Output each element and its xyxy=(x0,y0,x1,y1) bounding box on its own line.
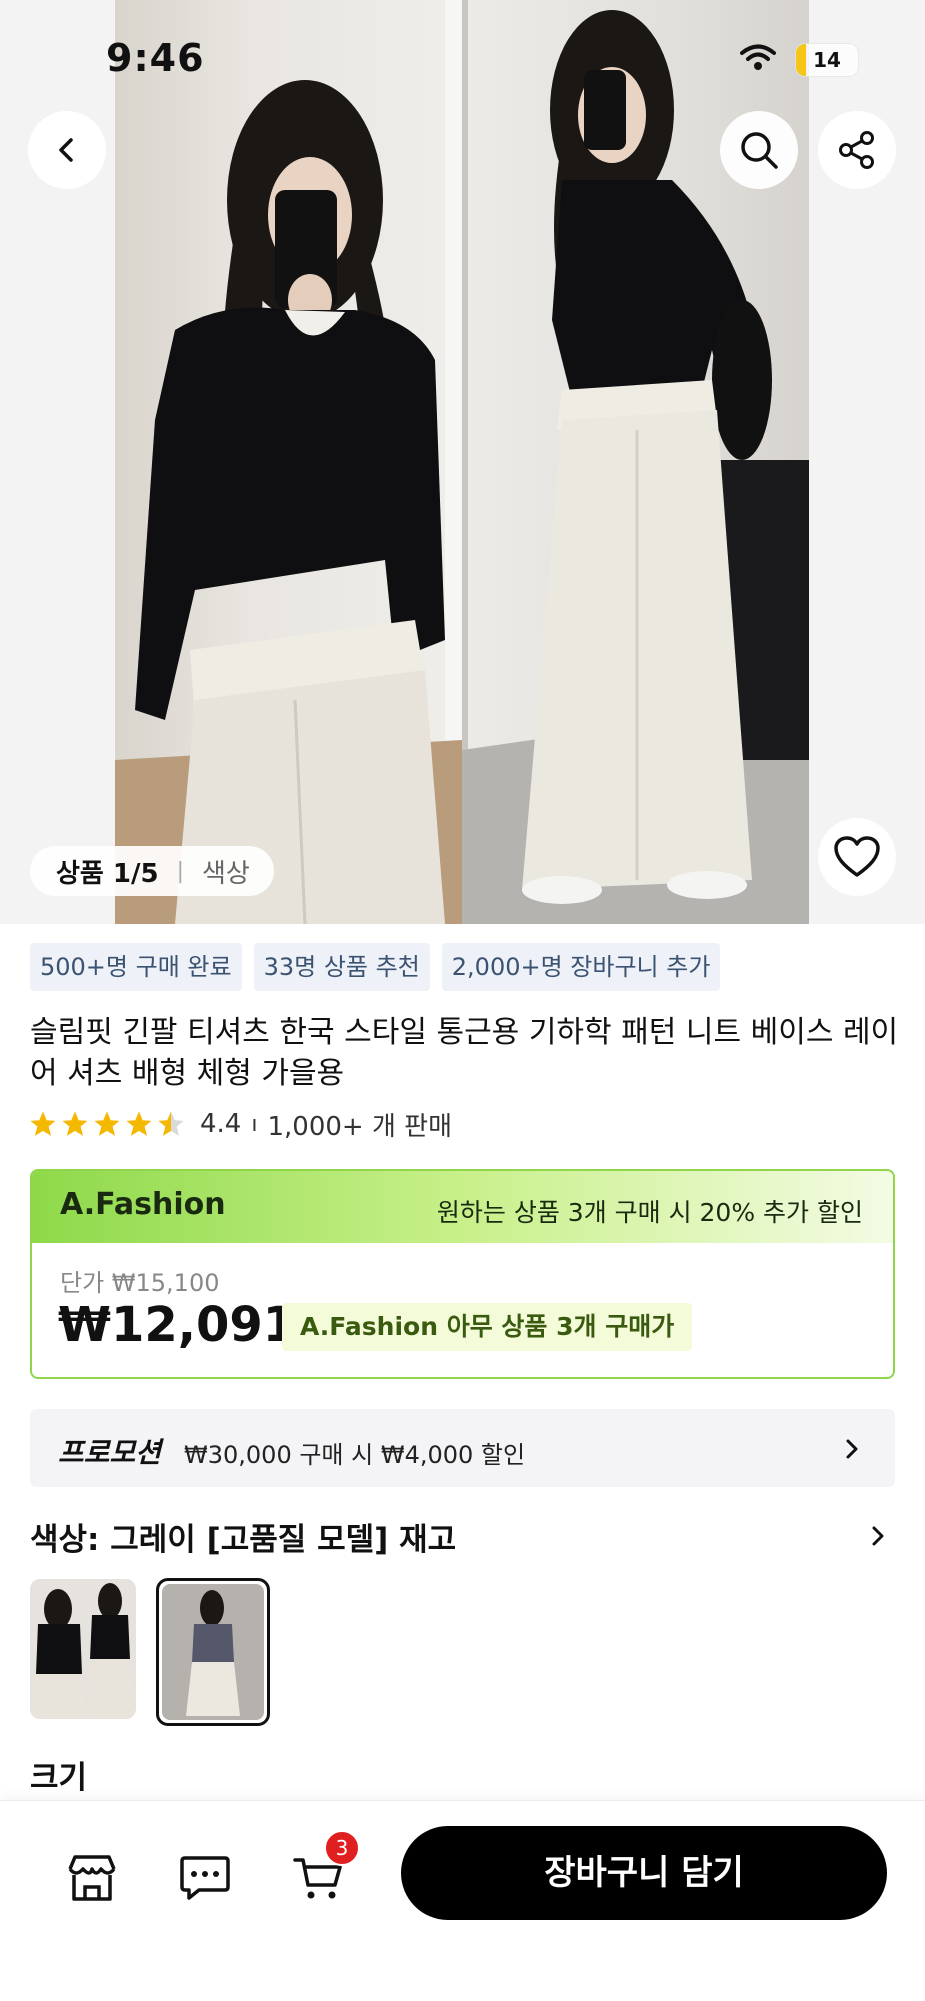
rating-row[interactable]: 4.4 ı 1,000+ 개 판매 xyxy=(28,1106,452,1142)
back-button[interactable] xyxy=(28,111,106,189)
swatch-image xyxy=(162,1584,264,1720)
store-promo: 원하는 상품 3개 구매 시 20% 추가 할인 xyxy=(436,1198,863,1227)
star-icon xyxy=(126,1111,152,1136)
color-swatch-gray-selected[interactable] xyxy=(156,1578,270,1726)
chat-button[interactable] xyxy=(177,1850,233,1906)
star-half-icon xyxy=(158,1111,184,1136)
product-image-gallery[interactable]: 9:46 14 상품 1/5 | 색상 xyxy=(0,0,925,924)
battery-icon: 14 xyxy=(795,43,859,77)
chat-icon xyxy=(180,1856,230,1900)
search-icon xyxy=(741,132,778,169)
product-title: 슬림핏 긴팔 티셔츠 한국 스타일 통근용 기하학 패턴 니트 베이스 레이어 … xyxy=(30,1015,899,1091)
rating-value: 4.4 xyxy=(200,1109,242,1139)
add-to-cart-button[interactable]: 장바구니 담기 xyxy=(401,1826,887,1920)
product-photo xyxy=(115,0,809,924)
size-label: 크기 xyxy=(30,1760,88,1796)
wishlist-button[interactable] xyxy=(818,818,896,896)
counter-separator: | xyxy=(176,858,184,884)
store-icon xyxy=(68,1855,116,1901)
status-time: 9:46 xyxy=(106,36,205,80)
color-label: 색상: 그레이 [고품질 모델] 재고 xyxy=(30,1522,457,1558)
rating-separator: ı xyxy=(251,1111,258,1137)
status-bar: 9:46 14 xyxy=(0,0,925,120)
tag-added-to-cart: 2,000+명 장바구니 추가 xyxy=(441,943,721,991)
share-button[interactable] xyxy=(818,111,896,189)
promotion-row[interactable]: 프로모션 ₩30,000 구매 시 ₩4,000 할인 xyxy=(30,1409,895,1487)
promotion-text: ₩30,000 구매 시 ₩4,000 할인 xyxy=(184,1441,526,1469)
tag-purchased: 500+명 구매 완료 xyxy=(30,943,242,991)
current-price: ₩12,091 xyxy=(58,1297,297,1353)
wifi-icon xyxy=(740,44,776,70)
unit-price: 단가 ₩15,100 xyxy=(60,1269,220,1297)
bundle-deal-chip: A.Fashion 아무 상품 3개 구매가 xyxy=(282,1303,693,1351)
star-icon xyxy=(94,1111,120,1136)
social-proof-tags: 500+명 구매 완료 33명 상품 추천 2,000+명 장바구니 추가 xyxy=(30,943,721,991)
store-button[interactable] xyxy=(64,1850,120,1906)
star-rating xyxy=(28,1109,186,1139)
star-icon xyxy=(30,1111,56,1136)
swatch-image-wrap xyxy=(162,1584,264,1720)
color-tab[interactable]: 색상 xyxy=(202,853,250,890)
color-selector-header[interactable]: 색상: 그레이 [고품질 모델] 재고 xyxy=(30,1510,895,1560)
star-icon xyxy=(62,1111,88,1136)
share-icon xyxy=(839,131,874,169)
sold-count: 1,000+ 개 판매 xyxy=(267,1111,452,1142)
chevron-right-icon xyxy=(872,1526,884,1546)
heart-icon xyxy=(834,836,880,877)
price-box[interactable]: A.Fashion 원하는 상품 3개 구매 시 20% 추가 할인 단가 ₩1… xyxy=(30,1169,895,1379)
cart-count-badge: 3 xyxy=(324,1830,360,1866)
photo-left-panel xyxy=(115,0,462,924)
image-counter: 상품 1/5 xyxy=(56,858,159,889)
model-figure-left xyxy=(115,0,462,924)
swatch-image xyxy=(30,1579,136,1719)
battery-level: 14 xyxy=(813,48,841,72)
tag-recommended: 33명 상품 추천 xyxy=(253,943,430,991)
color-swatch-black[interactable] xyxy=(30,1579,136,1719)
back-icon xyxy=(59,138,73,162)
price-box-header: A.Fashion 원하는 상품 3개 구매 시 20% 추가 할인 xyxy=(32,1171,893,1243)
gallery-counter[interactable]: 상품 1/5 | 색상 xyxy=(30,846,274,896)
search-button[interactable] xyxy=(720,111,798,189)
chevron-right-icon xyxy=(846,1439,858,1459)
store-name: A.Fashion xyxy=(60,1187,226,1222)
promotion-label: 프로모션 xyxy=(58,1436,162,1469)
